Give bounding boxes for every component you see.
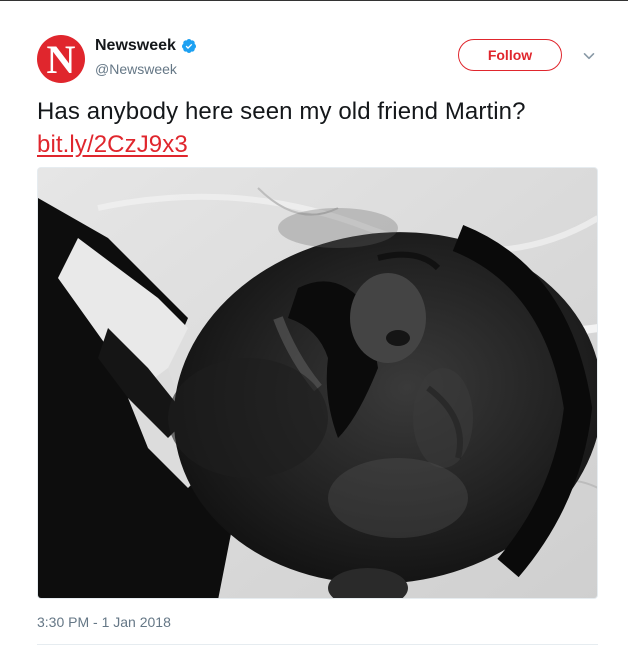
account-handle[interactable]: @Newsweek xyxy=(95,61,177,77)
tweet-text: Has anybody here seen my old friend Mart… xyxy=(37,95,612,161)
tweet-body: Has anybody here seen my old friend Mart… xyxy=(37,98,526,125)
tweet-card: N Newsweek @Newsweek Follow Has anybody … xyxy=(0,0,628,649)
divider xyxy=(37,644,598,645)
follow-button[interactable]: Follow xyxy=(458,39,562,71)
newsweek-logo: N xyxy=(46,37,76,82)
chevron-down-icon[interactable] xyxy=(582,49,596,63)
tweet-timestamp[interactable]: 3:30 PM - 1 Jan 2018 xyxy=(37,614,171,630)
tweet-link[interactable]: bit.ly/2CzJ9x3 xyxy=(37,128,188,161)
verified-badge-icon xyxy=(181,38,197,54)
avatar[interactable]: N xyxy=(37,35,85,83)
display-name[interactable]: Newsweek xyxy=(95,37,176,55)
account-name-row: Newsweek xyxy=(95,37,197,55)
tweet-photo[interactable] xyxy=(37,167,598,599)
